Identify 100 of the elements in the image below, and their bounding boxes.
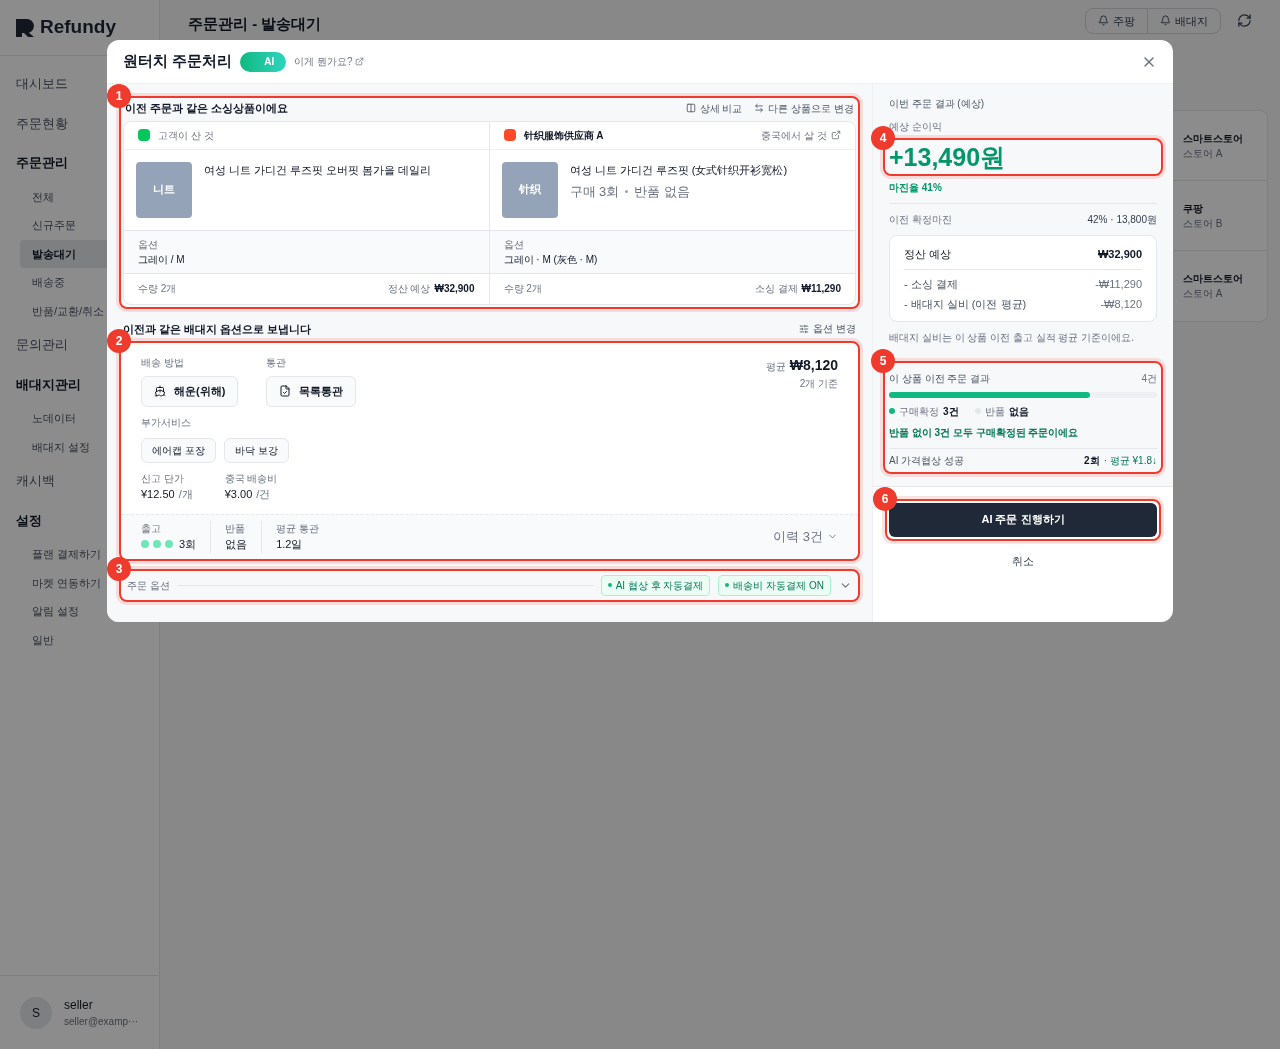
stat-label: 출고 [141,522,162,536]
external-link-icon [831,130,841,140]
breakdown-label: - 배대지 실비 (이전 평균) [904,297,1027,312]
stat-label: 평균 통관 [276,522,319,536]
breakdown-value: -₩11,290 [1095,276,1142,292]
ship-icon [154,385,166,398]
breakdown-label: - 소싱 결제 [904,276,958,292]
quantity: 수량 2개 [138,282,177,296]
ai-negotiation-label: AI 가격협상 성공 [889,453,964,468]
service-tag: 바닥 보강 [223,437,289,463]
columns-icon [685,103,696,114]
help-link[interactable]: 이게 뭔가요? [294,54,364,69]
vendor-name: 针织服饰供应商 A [523,128,604,143]
history-count: 4건 [1141,371,1157,386]
proceed-button[interactable]: AI 주문 진행하기 [889,502,1157,537]
filter-button[interactable]: 주팡 [1086,8,1148,33]
price-value: ¥12.50 [141,486,175,502]
user-name: seller [64,997,94,1014]
average-cost: ₩8,120 [789,356,838,375]
page-title: 주문관리 - 발송대기 [188,14,322,34]
option-value: 그레이 · M (灰色 · M) [503,252,599,267]
product-name: 여성 니트 가디건 루즈핏 오버핏 봄가을 데일리 [204,162,432,178]
store-name: 스토어 B [1183,216,1224,231]
breakdown-label: 정산 예상 [904,247,952,262]
legend-value: 3건 [943,404,959,419]
refresh-icon[interactable] [1237,13,1252,29]
field-label: 부가서비스 [141,415,192,430]
store-name: 스토어 A [1183,287,1224,301]
service-tag: 에어캡 포장 [141,437,216,463]
previous-margin-label: 이전 확정마진 [889,213,952,227]
sidebar-item[interactable]: 일반 [20,625,151,654]
breakdown-value: -₩8,120 [1100,297,1142,312]
avatar: S [20,996,52,1029]
action-link[interactable]: 다른 상품으로 변경 [754,100,854,116]
quantity: 수량 2개 [503,282,542,296]
option-label: 옵션 [503,237,525,252]
history-title: 이 상품 이전 주문 결과 [889,371,991,386]
average-note: 2개 기준 [799,377,838,391]
status-tag: AI 협상 후 자동결제 [600,574,711,596]
field-label: 신고 단가 [141,471,185,486]
order-options-label: 주문 옵션 [127,578,170,593]
document-check-icon [279,385,292,398]
status-tag: 배송비 자동결제 ON [718,574,831,596]
source-link[interactable]: 중국에서 살 것 [761,127,841,143]
store-name: 스토어 A [1183,146,1224,161]
callout-badge: 3 [107,556,131,581]
price-unit: /건 [256,486,271,502]
history-message: 반품 없이 3건 모두 구매확정된 주문이에요 [889,425,1080,440]
amount-label: 소싱 결제 [754,282,798,296]
store-logo-icon [138,129,150,141]
ai-negotiation-count: 2회 [1084,453,1100,468]
history-toggle[interactable]: 이력 3건 [773,527,838,547]
stat-value: 없음 [225,537,248,552]
purchase-count: 구매 3회 [569,183,620,201]
logo-text: Refundy [40,15,116,40]
price-value: ¥3.00 [224,486,253,502]
sliders-icon [799,323,810,334]
field-label: 중국 배송비 [224,471,278,486]
cancel-button[interactable]: 취소 [1012,552,1034,569]
breakdown-note: 배대지 실비는 이 상품 이전 출고 실적 평균 기준이에요. [889,330,1135,345]
ai-negotiation-average: · 평균 ¥1.8↓ [1103,453,1157,468]
swap-icon [754,103,765,114]
thumbnail-caption: 针织 [518,182,541,198]
logo-icon [14,16,36,39]
breakdown-value: ₩32,900 [1097,247,1142,262]
bell-icon [1098,15,1109,27]
average-label: 평균 [765,360,786,374]
thumbnail-caption: 니트 [153,182,175,198]
field-label: 통관 [266,356,288,370]
legend-label: 반품 [984,404,1005,419]
bell-icon [1160,15,1171,27]
market-name: 스마트스토어 [1183,272,1244,286]
stat-label: 반품 [225,522,247,536]
amount: ₩11,290 [801,282,841,296]
stat-value: 1.2일 [276,537,303,552]
amount-label: 정산 예상 [387,282,431,296]
field-label: 배송 방법 [141,356,185,370]
option-chip[interactable]: 목록통관 [266,376,357,407]
legend-label: 구매확정 [899,404,939,419]
amount: ₩32,900 [434,282,475,296]
product-name: 여성 니트 가디건 루즈핏 (女式针织开衫宽松) [569,162,788,178]
return-count: 반품 없음 [634,183,690,201]
price-unit: /개 [178,486,193,502]
result-title: 이번 주문 결과 (예상) [889,97,985,111]
callout-badge: 6 [873,486,897,511]
external-link-icon [354,57,364,66]
market-name: 쿠팡 [1183,201,1204,216]
margin-rate: 마진율 41% [889,181,943,195]
action-link[interactable]: 상세 비교 [685,100,743,116]
stat-value: 3회 [179,537,197,552]
filter-button[interactable]: 배대지 [1148,8,1220,33]
user-email: seller@examp··· [64,1015,139,1029]
shop-logo-icon [503,129,516,141]
option-chip[interactable]: 해운(위해) [141,376,239,407]
option-change-link[interactable]: 옵션 변경 [799,321,856,337]
market-name: 스마트스토어 [1183,131,1244,146]
source-label: 고객이 산 것 [158,128,214,143]
callout-badge: 5 [871,348,895,373]
previous-margin-value: 42% · 13,800원 [1087,213,1157,227]
status-dots-icon [141,540,173,549]
